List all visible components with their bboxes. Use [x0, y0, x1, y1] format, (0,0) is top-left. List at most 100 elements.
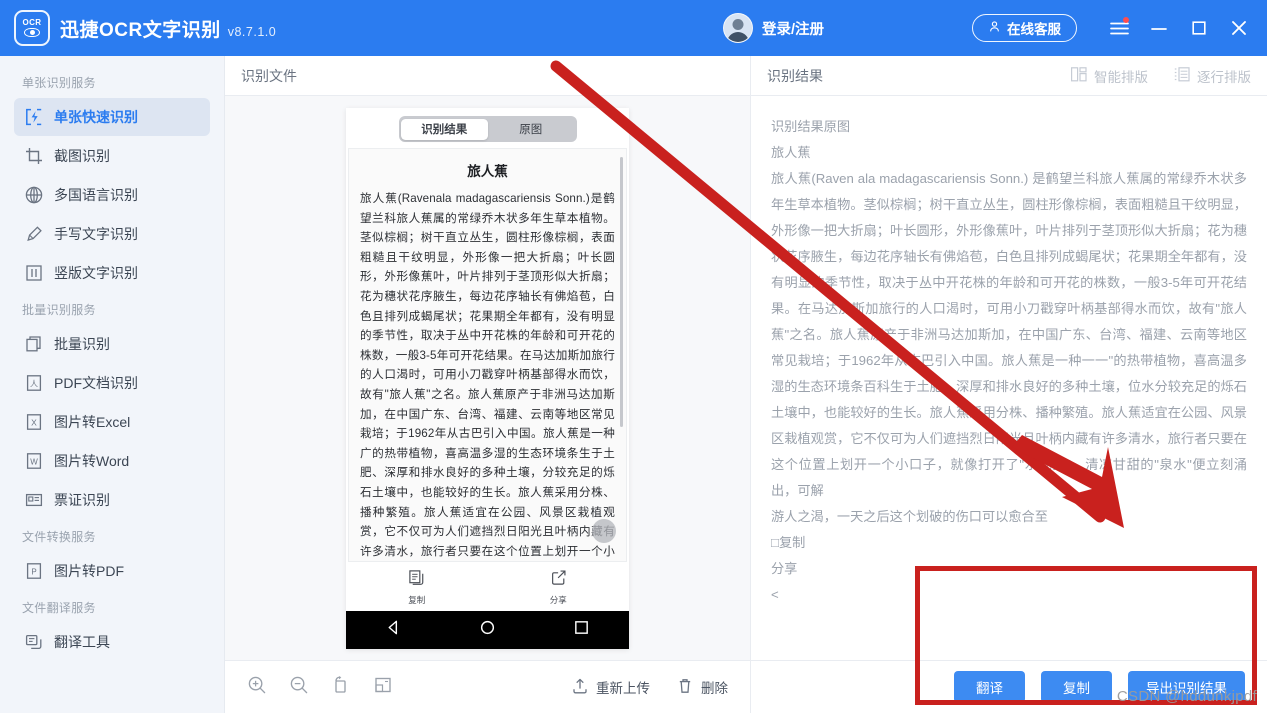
sidebar-item-label: 截图识别 [54, 148, 110, 164]
sidebar-item-single-fast-recognition[interactable]: 单张快速识别 [14, 98, 210, 136]
ocr-logo-icon: OCR [14, 10, 50, 46]
svg-text:W: W [30, 457, 38, 466]
line-layout-label: 逐行排版 [1197, 69, 1251, 85]
sidebar-item-image-to-excel[interactable]: X 图片转Excel [14, 403, 210, 441]
result-line: 游人之渴，一天之后这个划破的伤口可以愈合至 [771, 509, 1048, 524]
sidebar-item-multilanguage-recognition[interactable]: 多国语言识别 [14, 176, 210, 214]
online-support-label: 在线客服 [1007, 22, 1061, 37]
account-button[interactable]: 登录/注册 [722, 13, 824, 43]
preview-tabs: 识别结果 原图 [398, 116, 577, 142]
brand-area: OCR 迅捷OCR文字识别 v8.7.1.0 [0, 10, 276, 46]
export-result-button[interactable]: 导出识别结果 [1128, 671, 1245, 703]
fit-screen-icon[interactable] [373, 675, 393, 700]
result-line: 识别结果原图 [771, 119, 851, 134]
sidebar-item-label: 图片转Word [54, 453, 130, 469]
share-icon [550, 569, 567, 591]
preview-area: 识别结果 原图 旅人蕉 旅人蕉(Ravenala madagascariensi… [225, 96, 750, 660]
result-line: □复制 [771, 535, 806, 550]
sidebar-item-label: 票证识别 [54, 492, 110, 508]
delete-button[interactable]: 删除 [676, 677, 728, 698]
result-line: < [771, 587, 779, 602]
result-text-area[interactable]: 识别结果原图 旅人蕉 旅人蕉(Raven ala madagascariensi… [751, 96, 1267, 660]
eye-shape [24, 28, 40, 37]
avatar [722, 13, 753, 43]
center-panel: 识别文件 识别结果 原图 旅人蕉 旅人蕉(Ravenala madagascar… [225, 56, 750, 713]
reupload-label: 重新上传 [596, 681, 650, 696]
sidebar-item-screenshot-recognition[interactable]: 截图识别 [14, 137, 210, 175]
segmented-control-wrap: 识别结果 原图 [346, 108, 629, 148]
result-line: 分享 [771, 561, 798, 576]
sidebar-item-certificate-recognition[interactable]: 票证识别 [14, 481, 210, 519]
id-card-icon [24, 491, 43, 510]
tab-recognition-result[interactable]: 识别结果 [401, 118, 488, 140]
smart-layout-button[interactable]: 智能排版 [1071, 66, 1148, 86]
zoom-out-icon[interactable] [289, 675, 309, 700]
reupload-button[interactable]: 重新上传 [571, 677, 650, 698]
phone-share-label: 分享 [549, 595, 567, 605]
line-layout-icon [1174, 66, 1190, 85]
sidebar-item-label: PDF文档识别 [54, 375, 138, 391]
phone-screenshot: 识别结果 原图 旅人蕉 旅人蕉(Ravenala madagascariensi… [346, 108, 629, 649]
sidebar-item-image-to-word[interactable]: W 图片转Word [14, 442, 210, 480]
svg-text:人: 人 [30, 379, 38, 388]
line-layout-button[interactable]: 逐行排版 [1174, 66, 1251, 86]
result-line: 旅人蕉(Raven ala madagascariensis Sonn.) 是鹤… [771, 171, 1247, 498]
sidebar-item-translate-tool[interactable]: 翻译工具 [14, 623, 210, 661]
copy-icon [408, 569, 425, 591]
maximize-button[interactable] [1179, 9, 1219, 47]
sidebar-item-label: 批量识别 [54, 336, 110, 352]
smart-layout-icon [1071, 66, 1087, 85]
rotate-icon[interactable] [331, 675, 351, 700]
logo-text: OCR [22, 18, 42, 27]
menu-button[interactable] [1099, 9, 1139, 47]
sidebar-item-label: 翻译工具 [54, 634, 110, 650]
sidebar-item-vertical-text-recognition[interactable]: 竖版文字识别 [14, 254, 210, 292]
pdf-convert-icon: P [24, 562, 43, 581]
phone-copy-button[interactable]: 复制 [346, 569, 488, 606]
svg-text:X: X [31, 417, 37, 427]
document-body-text: 旅人蕉(Ravenala madagascariensis Sonn.)是鹤望兰… [360, 192, 615, 558]
sidebar-item-label: 图片转PDF [54, 563, 124, 579]
crop-icon [24, 147, 43, 166]
center-panel-header: 识别文件 [225, 56, 750, 96]
svg-text:P: P [31, 567, 36, 576]
tab-original-image[interactable]: 原图 [488, 119, 575, 140]
excel-file-icon: X [24, 413, 43, 432]
floating-bubble[interactable] [592, 519, 616, 543]
back-nav-icon[interactable] [385, 619, 402, 641]
sidebar-item-pdf-recognition[interactable]: 人 PDF文档识别 [14, 364, 210, 402]
preview-toolbar-right: 重新上传 删除 [571, 677, 728, 698]
translate-icon [24, 633, 43, 652]
document-content: 旅人蕉 旅人蕉(Ravenala madagascariensis Sonn.)… [348, 148, 627, 562]
zoom-in-icon[interactable] [247, 675, 267, 700]
phone-action-row: 复制 分享 [346, 562, 629, 611]
smart-layout-label: 智能排版 [1094, 69, 1148, 85]
sidebar-item-handwriting-recognition[interactable]: 手写文字识别 [14, 215, 210, 253]
preview-toolbar-left [247, 675, 393, 700]
pen-icon [24, 225, 43, 244]
sidebar-group-title: 单张识别服务 [22, 76, 96, 90]
result-panel-title: 识别结果 [767, 67, 823, 84]
window-controls [1099, 9, 1259, 47]
sidebar-item-label: 手写文字识别 [54, 226, 138, 242]
sidebar-item-image-to-pdf[interactable]: P 图片转PDF [14, 552, 210, 590]
copy-result-button[interactable]: 复制 [1041, 671, 1112, 703]
sidebar-group-title: 文件转换服务 [22, 530, 96, 544]
translate-button[interactable]: 翻译 [954, 671, 1025, 703]
document-title: 旅人蕉 [467, 164, 508, 179]
app-title: 迅捷OCR文字识别 v8.7.1.0 [60, 15, 276, 42]
sidebar-item-batch-recognition[interactable]: 批量识别 [14, 325, 210, 363]
close-button[interactable] [1219, 9, 1259, 47]
document-scrollbar[interactable] [620, 157, 623, 427]
recents-nav-icon[interactable] [573, 619, 590, 641]
online-support-button[interactable]: 在线客服 [972, 14, 1077, 42]
home-nav-icon[interactable] [479, 619, 496, 641]
minimize-button[interactable] [1139, 9, 1179, 47]
menu-notification-dot [1123, 17, 1129, 23]
sidebar-item-label: 单张快速识别 [54, 109, 138, 125]
sidebar-item-label: 竖版文字识别 [54, 265, 138, 281]
sidebar-group-title: 文件翻译服务 [22, 601, 96, 615]
titlebar-right: 登录/注册 在线客服 [722, 9, 1267, 47]
phone-share-button[interactable]: 分享 [488, 569, 630, 606]
result-action-bar: 翻译 复制 导出识别结果 [751, 660, 1267, 713]
